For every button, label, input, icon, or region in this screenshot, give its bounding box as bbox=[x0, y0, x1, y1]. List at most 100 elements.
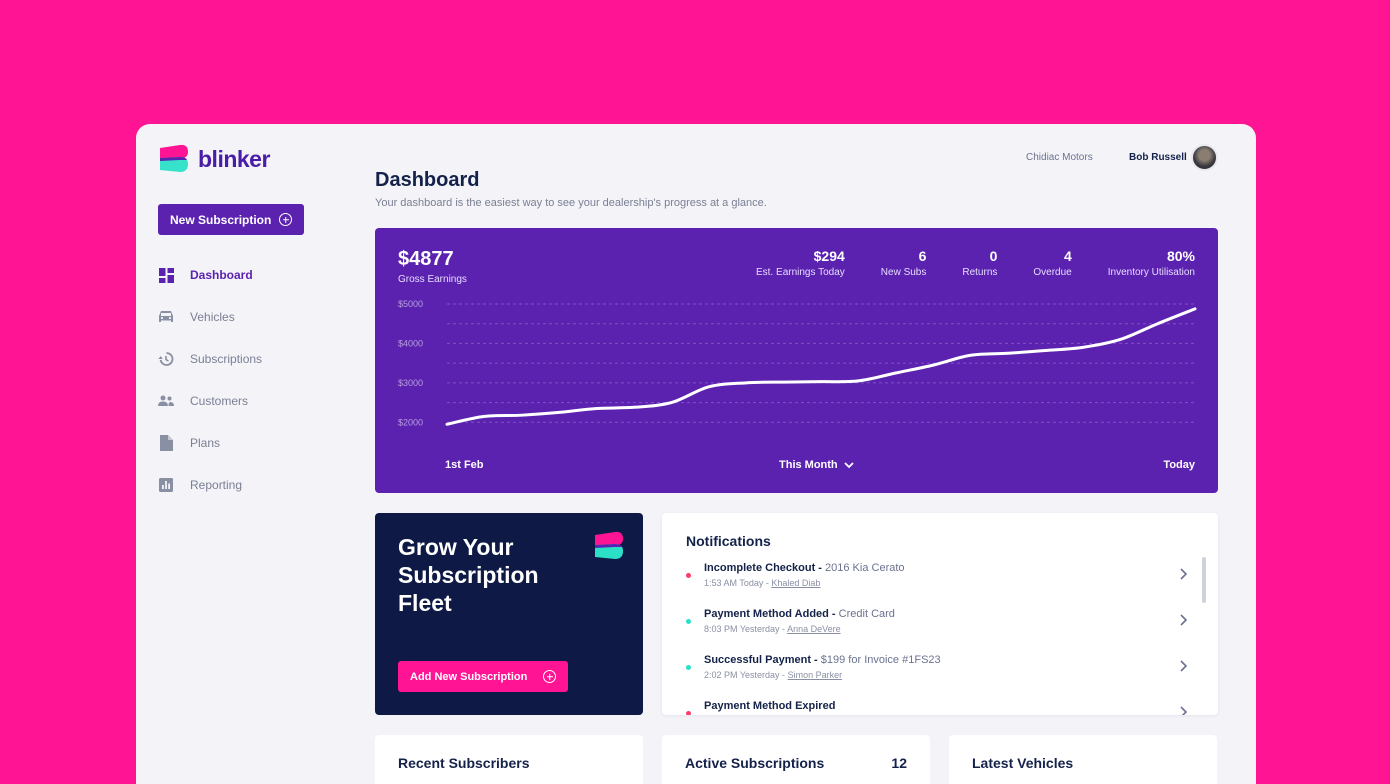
earnings-chart-card: $2000 $3000 $4000 $5000 $4877 Gross Earning… bbox=[375, 228, 1218, 493]
sidebar-item-customers[interactable]: Customers bbox=[158, 380, 318, 422]
y-tick-label: $4000 bbox=[398, 338, 423, 348]
sidebar-item-label: Vehicles bbox=[190, 310, 235, 324]
notification-item[interactable]: Payment Method Expired bbox=[662, 697, 1218, 715]
brand-logo[interactable]: blinker bbox=[158, 144, 270, 174]
notification-time: 2:02 PM Yesterday - bbox=[704, 670, 786, 680]
notification-meta: 8:03 PM Yesterday - Anna DeVere bbox=[704, 624, 841, 634]
notification-title: Incomplete Checkout - bbox=[704, 562, 822, 574]
app-window: blinker New Subscription Dashboard Vehic… bbox=[136, 124, 1256, 784]
period-label: This Month bbox=[779, 459, 838, 471]
active-subscriptions-count: 12 bbox=[891, 755, 907, 771]
blinker-logo-icon bbox=[160, 144, 188, 172]
y-tick-label: $2000 bbox=[398, 417, 423, 427]
period-dropdown[interactable]: This Month bbox=[779, 459, 854, 471]
brand-name: blinker bbox=[198, 145, 270, 172]
recent-subscribers-card: Recent Subscribers bbox=[375, 735, 643, 784]
stat-label: New Subs bbox=[880, 267, 927, 278]
notification-title-line: Successful Payment - $199 for Invoice #1… bbox=[704, 654, 941, 666]
notification-item[interactable]: Payment Method Added - Credit Card 8:03 … bbox=[662, 605, 1218, 651]
notification-title-line: Payment Method Expired bbox=[704, 700, 835, 712]
sidebar-item-reporting[interactable]: Reporting bbox=[158, 464, 318, 506]
chevron-right-icon[interactable] bbox=[1176, 659, 1190, 673]
add-circle-icon bbox=[543, 670, 556, 683]
latest-vehicles-card: Latest Vehicles bbox=[949, 735, 1217, 784]
active-subscriptions-card: Active Subscriptions 12 bbox=[662, 735, 930, 784]
card-title: Latest Vehicles bbox=[972, 755, 1074, 771]
add-circle-icon bbox=[279, 213, 292, 226]
notifications-list[interactable]: Incomplete Checkout - 2016 Kia Cerato 1:… bbox=[662, 559, 1218, 715]
stat-value: 0 bbox=[989, 248, 998, 264]
earnings-series-line bbox=[445, 307, 1197, 426]
card-title: Recent Subscribers bbox=[398, 755, 530, 771]
y-tick-label: $3000 bbox=[398, 378, 423, 388]
notification-time: 8:03 PM Yesterday - bbox=[704, 624, 786, 634]
notification-person-link[interactable]: Anna DeVere bbox=[787, 624, 841, 634]
new-subscription-button[interactable]: New Subscription bbox=[158, 204, 304, 235]
document-icon bbox=[158, 435, 174, 451]
dashboard-icon bbox=[158, 267, 174, 283]
stat-est-earnings: $294 Est. Earnings Today bbox=[756, 248, 845, 278]
chevron-right-icon[interactable] bbox=[1176, 567, 1190, 581]
sidebar-item-label: Plans bbox=[190, 436, 221, 450]
x-axis-end-label: Today bbox=[1163, 459, 1195, 471]
grow-fleet-title: Grow Your Subscription Fleet bbox=[398, 534, 539, 616]
notification-person-link[interactable]: Khaled Diab bbox=[771, 578, 820, 588]
notifications-scrollbar[interactable] bbox=[1202, 557, 1206, 603]
new-subscription-label: New Subscription bbox=[170, 212, 272, 227]
notification-detail: 2016 Kia Cerato bbox=[825, 562, 905, 574]
notification-detail: Credit Card bbox=[838, 608, 895, 620]
notifications-card: Notifications Incomplete Checkout - 2016… bbox=[662, 513, 1218, 715]
add-new-subscription-label: Add New Subscription bbox=[410, 670, 528, 683]
notification-title: Successful Payment - bbox=[704, 654, 818, 666]
people-icon bbox=[158, 393, 174, 409]
sidebar-item-label: Dashboard bbox=[190, 268, 253, 282]
stat-label: Overdue bbox=[1033, 267, 1072, 278]
notification-title-line: Incomplete Checkout - 2016 Kia Cerato bbox=[704, 562, 905, 574]
add-new-subscription-button[interactable]: Add New Subscription bbox=[398, 661, 568, 692]
notification-meta: 2:02 PM Yesterday - Simon Parker bbox=[704, 670, 842, 680]
notifications-title: Notifications bbox=[686, 533, 771, 549]
chevron-right-icon[interactable] bbox=[1176, 705, 1190, 715]
status-dot bbox=[686, 619, 691, 624]
sidebar-item-dashboard[interactable]: Dashboard bbox=[158, 254, 318, 296]
sidebar-item-label: Reporting bbox=[190, 478, 243, 492]
sidebar-item-label: Subscriptions bbox=[190, 352, 263, 366]
notification-detail: $199 for Invoice #1FS23 bbox=[820, 654, 941, 666]
notification-title-line: Payment Method Added - Credit Card bbox=[704, 608, 895, 620]
sidebar-item-plans[interactable]: Plans bbox=[158, 422, 318, 464]
card-title: Active Subscriptions bbox=[685, 755, 825, 771]
x-axis-start-label: 1st Feb bbox=[445, 459, 484, 471]
gross-earnings-label: Gross Earnings bbox=[398, 274, 467, 285]
stat-overdue: 4 Overdue bbox=[1033, 248, 1071, 278]
stat-new-subs: 6 New Subs bbox=[881, 248, 927, 278]
page-subtitle: Your dashboard is the easiest way to see… bbox=[375, 197, 767, 209]
notification-time: 1:53 AM Today - bbox=[704, 578, 769, 588]
dealer-name[interactable]: Chidiac Motors bbox=[1026, 152, 1093, 163]
sidebar-item-vehicles[interactable]: Vehicles bbox=[158, 296, 318, 338]
notification-title: Payment Method Added - bbox=[704, 608, 836, 620]
stat-value: 6 bbox=[918, 248, 927, 264]
blinker-logo-icon bbox=[595, 531, 623, 559]
notification-item[interactable]: Successful Payment - $199 for Invoice #1… bbox=[662, 651, 1218, 697]
gross-earnings-value: $4877 bbox=[398, 248, 454, 270]
notification-title: Payment Method Expired bbox=[704, 700, 836, 712]
status-dot bbox=[686, 573, 691, 578]
chevron-right-icon[interactable] bbox=[1176, 613, 1190, 627]
sidebar-nav: Dashboard Vehicles Subscriptions Custome… bbox=[158, 254, 318, 506]
status-dot bbox=[686, 665, 691, 670]
page-title: Dashboard bbox=[375, 169, 480, 191]
notification-meta: 1:53 AM Today - Khaled Diab bbox=[704, 578, 820, 588]
stat-label: Inventory Utilisation bbox=[1107, 267, 1195, 278]
user-name[interactable]: Bob Russell bbox=[1129, 152, 1187, 163]
stat-label: Est. Earnings Today bbox=[756, 267, 845, 278]
notification-person-link[interactable]: Simon Parker bbox=[788, 670, 843, 680]
avatar[interactable] bbox=[1191, 144, 1218, 171]
sidebar-item-label: Customers bbox=[190, 394, 249, 408]
sidebar-item-subscriptions[interactable]: Subscriptions bbox=[158, 338, 318, 380]
stats-row: $294 Est. Earnings Today 6 New Subs 0 Re… bbox=[756, 248, 1195, 278]
history-icon bbox=[158, 351, 174, 367]
chart-icon bbox=[158, 477, 174, 493]
status-dot bbox=[686, 711, 691, 715]
notification-item[interactable]: Incomplete Checkout - 2016 Kia Cerato 1:… bbox=[662, 559, 1218, 605]
stat-label: Returns bbox=[962, 267, 998, 278]
